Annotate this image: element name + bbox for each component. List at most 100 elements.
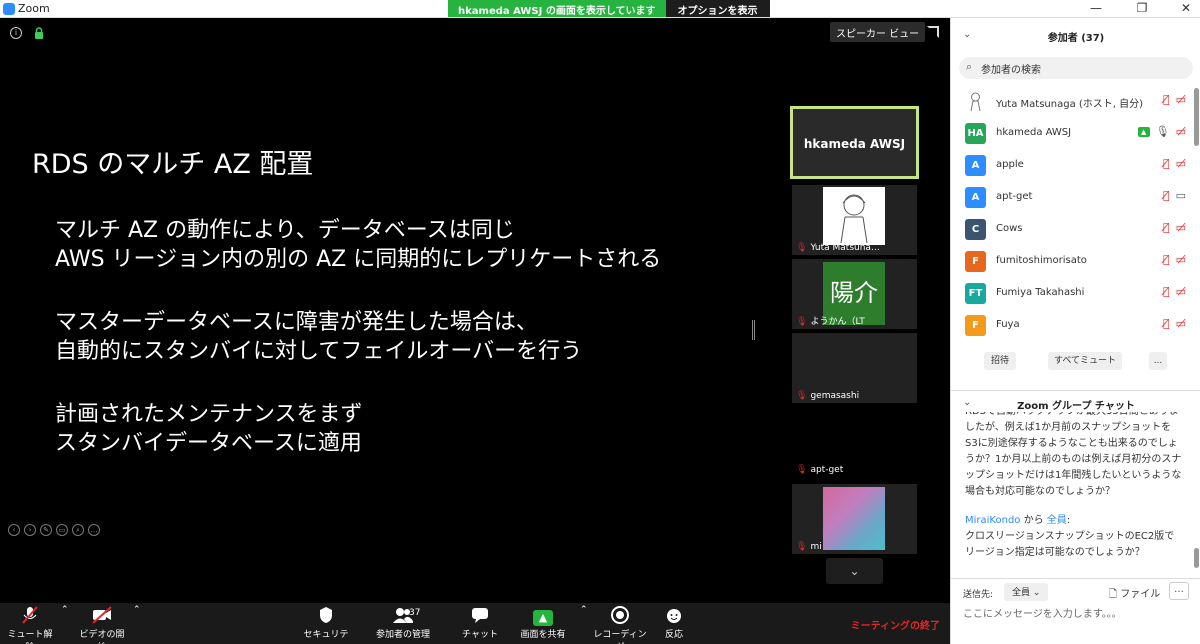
chat-sender[interactable]: MiraiKondo xyxy=(965,515,1020,526)
share-options-chevron-icon[interactable]: ⌃ xyxy=(580,605,588,615)
participant-name: Cows xyxy=(996,223,1023,234)
more-icon[interactable]: … xyxy=(1169,582,1189,600)
muted-mic-icon: 🎙 xyxy=(796,317,808,327)
video-off-icon[interactable]: ▭̸ xyxy=(1176,125,1186,138)
manage-participants-button[interactable]: 37 参加者の管理 xyxy=(372,605,434,640)
participant-name: hkameda AWSJ xyxy=(996,127,1072,138)
participant-row[interactable]: A apple 🎙̸ ▭̸ xyxy=(951,150,1191,182)
muted-mic-icon[interactable]: 🎙̸ xyxy=(1163,221,1170,234)
end-meeting-button[interactable]: ミーティングの終了 xyxy=(851,617,940,632)
mute-all-button[interactable]: すべてミュート xyxy=(1048,352,1122,370)
file-icon: 🗋 xyxy=(1109,589,1121,600)
participant-list-scrollbar[interactable] xyxy=(1194,88,1199,146)
meeting-toolbar: ミュート解除 ⌃ ビデオの開始 ⌃ セキュリティ 37 参加者の管理 チャット … xyxy=(0,603,950,644)
share-screen-button[interactable]: ▲ 画面を共有 xyxy=(517,605,569,640)
video-tile-active-speaker[interactable]: hkameda AWSJ xyxy=(790,106,919,179)
muted-mic-icon[interactable]: 🎙̸ xyxy=(1163,317,1170,330)
participant-row[interactable]: C Cows 🎙̸ ▭̸ xyxy=(951,214,1191,246)
muted-mic-icon[interactable]: 🎙̸ xyxy=(1163,253,1170,266)
video-tile[interactable]: 🎙 Yuta Matsuna… xyxy=(792,185,917,255)
close-icon[interactable]: ✕ xyxy=(1176,1,1196,15)
minimize-icon[interactable]: — xyxy=(1086,1,1106,15)
emoji-icon xyxy=(656,605,692,627)
participant-row[interactable]: A apt-get 🎙̸ ▭ xyxy=(951,182,1191,214)
scroll-down-button[interactable]: ⌄ xyxy=(826,558,883,584)
slide-bullet: 計画されたメンテナンスをまず スタンバイデータベースに適用 xyxy=(55,400,363,458)
file-button[interactable]: 🗋 ファイル xyxy=(1109,585,1160,604)
participant-row[interactable]: HA hkameda AWSJ ▲ 🎙 ▭̸ xyxy=(951,118,1191,150)
video-tile-name: hkameda AWSJ xyxy=(803,137,906,151)
panel-splitter-handle[interactable] xyxy=(752,320,755,340)
info-icon[interactable]: i xyxy=(10,27,22,39)
chat-bubble-icon xyxy=(456,605,504,627)
start-video-button[interactable]: ビデオの開始 xyxy=(76,605,128,644)
video-off-icon[interactable]: ▭̸ xyxy=(1176,93,1186,106)
participant-row[interactable]: Yuta Matsunaga (ホスト, 自分) 🎙̸ ▭̸ xyxy=(951,86,1191,118)
participants-title: 参加者 (37) xyxy=(1047,33,1105,44)
share-banner: hkameda AWSJ の画面を表示しています オプションを表示 xyxy=(448,0,770,17)
participant-row[interactable]: F Fuya 🎙̸ ▭̸ xyxy=(951,310,1191,342)
prev-slide-icon[interactable]: ‹ xyxy=(8,524,20,536)
video-off-icon[interactable]: ▭̸ xyxy=(1176,285,1186,298)
file-label: ファイル xyxy=(1120,589,1161,600)
invite-button[interactable]: 招待 xyxy=(984,352,1016,370)
window-title: Zoom xyxy=(18,2,50,15)
chat-button[interactable]: チャット xyxy=(456,605,504,640)
video-tile[interactable]: 🎙 mi xyxy=(792,484,917,554)
participant-row[interactable]: FT Fumiya Takahashi 🎙̸ ▭̸ xyxy=(951,278,1191,310)
chat-scrollbar[interactable] xyxy=(1194,548,1199,568)
avatar xyxy=(823,187,885,245)
video-off-icon xyxy=(76,605,128,627)
participant-row[interactable]: F fumitoshimorisato 🎙̸ ▭̸ xyxy=(951,246,1191,278)
avatar: F xyxy=(965,251,986,272)
title-bar: Zoom hkameda AWSJ の画面を表示しています オプションを表示 —… xyxy=(0,0,1200,18)
slide-bullet-line: マスターデータベースに障害が発生した場合は、 xyxy=(55,310,538,335)
lock-icon[interactable] xyxy=(33,27,45,39)
share-screen-label: 画面を共有 xyxy=(520,630,566,640)
side-panel: ⌄ 参加者 (37) ⌕ 参加者の検索 Yuta Matsunaga (ホスト,… xyxy=(950,18,1200,644)
slide-bullet-line: スタンバイデータベースに適用 xyxy=(55,431,362,456)
video-off-icon[interactable]: ▭̸ xyxy=(1176,157,1186,170)
muted-mic-icon[interactable]: 🎙̸ xyxy=(1163,93,1170,106)
unmute-button[interactable]: ミュート解除 xyxy=(4,605,56,644)
recipient-select[interactable]: 全員 ⌄ xyxy=(1004,583,1049,601)
chat-composer: 送信先: 全員 ⌄ 🗋 ファイル … ここにメッセージを入力します。。。 xyxy=(951,578,1200,644)
next-slide-icon[interactable]: › xyxy=(24,524,36,536)
slide-bullet-line: 自動的にスタンバイに対してフェイルオーバーを行う xyxy=(55,339,583,364)
chat-recipient[interactable]: 全員 xyxy=(1047,515,1067,526)
pen-icon[interactable]: ✎ xyxy=(40,524,52,536)
muted-mic-icon[interactable]: 🎙̸ xyxy=(1163,157,1170,170)
muted-mic-icon[interactable]: 🎙̸ xyxy=(1163,285,1170,298)
muted-mic-icon[interactable]: 🎙̸ xyxy=(1163,189,1170,202)
chat-label: チャット xyxy=(462,630,498,640)
view-options-button[interactable]: オプションを表示 xyxy=(665,0,770,17)
video-tile[interactable]: 🎙 apt-get xyxy=(792,407,917,477)
mic-icon[interactable]: 🎙 xyxy=(1156,125,1170,138)
avatar: A xyxy=(965,187,986,208)
restore-icon[interactable]: ❐ xyxy=(1132,1,1152,15)
zoom-icon[interactable]: ⌕ xyxy=(72,524,84,536)
more-icon[interactable]: … xyxy=(88,524,100,536)
reactions-button[interactable]: 反応 xyxy=(656,605,692,640)
video-off-icon[interactable]: ▭̸ xyxy=(1176,253,1186,266)
recording-button[interactable]: レコーディング xyxy=(592,605,648,644)
video-tile-name: ようかん（LT xyxy=(810,317,865,327)
security-button[interactable]: セキュリティ xyxy=(300,605,352,644)
video-tile[interactable]: 🎙 gemasashi xyxy=(792,333,917,403)
chat-message-input[interactable]: ここにメッセージを入力します。。。 xyxy=(963,605,1122,620)
video-off-icon[interactable]: ▭̸ xyxy=(1176,221,1186,234)
video-options-chevron-icon[interactable]: ⌃ xyxy=(133,605,141,615)
slides-icon[interactable]: ▭ xyxy=(56,524,68,536)
audio-options-chevron-icon[interactable]: ⌃ xyxy=(61,605,69,615)
participant-count-badge: 37 xyxy=(409,608,421,618)
video-tile[interactable]: 陽介 🎙 ようかん（LT xyxy=(792,259,917,329)
slide-bullet-line: マルチ AZ の動作により、データベースは同じ xyxy=(55,218,515,243)
video-tile-label: 🎙 Yuta Matsuna… xyxy=(796,243,880,253)
video-icon[interactable]: ▭ xyxy=(1176,189,1186,202)
video-tile-name: mi xyxy=(810,542,822,552)
participant-search-input[interactable]: ⌕ 参加者の検索 xyxy=(959,57,1193,79)
video-off-icon[interactable]: ▭̸ xyxy=(1176,317,1186,330)
fullscreen-icon[interactable] xyxy=(927,26,939,38)
speaker-view-button[interactable]: スピーカー ビュー xyxy=(830,22,926,42)
more-options-button[interactable]: ... xyxy=(1149,352,1167,370)
